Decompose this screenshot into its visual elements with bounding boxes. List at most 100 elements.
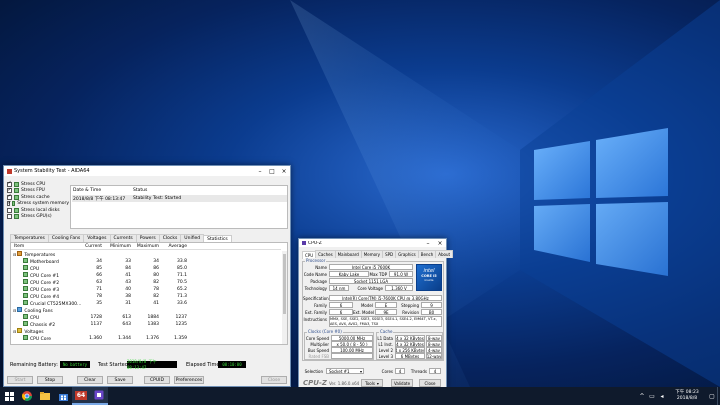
stop-button[interactable]: Stop: [37, 376, 63, 384]
sensor-icon: [23, 265, 28, 270]
log-col-datetime: Date & Time: [73, 188, 102, 193]
cache-group: Cache L1 Data 4 x 32 KBytes 8-way L1 Ins…: [376, 329, 443, 360]
collapse-icon[interactable]: ⊟: [13, 308, 16, 313]
ext-model-field: 9E: [375, 309, 397, 315]
table-scrollbar[interactable]: [282, 251, 287, 344]
tab-mainboard[interactable]: Mainboard: [334, 250, 362, 258]
tab-bench[interactable]: Bench: [417, 250, 437, 258]
tab-unified[interactable]: Unified: [180, 234, 205, 242]
tab-spd[interactable]: SPD: [382, 250, 397, 258]
store-icon[interactable]: [54, 387, 72, 405]
log-row[interactable]: 2018/8/8 下午 08:13:47 Stability Test: Sta…: [72, 195, 287, 202]
chrome-icon[interactable]: [18, 387, 36, 405]
tab-cooling-fans[interactable]: Cooling Fans: [47, 234, 85, 242]
windows-start-icon[interactable]: [0, 387, 18, 405]
tab-memory[interactable]: Memory: [360, 250, 384, 258]
table-row[interactable]: CPU Core #1 66 41 80 71.1: [11, 272, 281, 279]
tools-button[interactable]: Tools ▾: [361, 379, 383, 387]
family-label: Family: [314, 303, 327, 308]
minimize-button[interactable]: –: [422, 239, 434, 247]
file-explorer-icon[interactable]: [36, 387, 54, 405]
aida64-icon[interactable]: 64: [72, 387, 90, 405]
collapse-icon[interactable]: ⊟: [13, 252, 16, 257]
test-started-label: Test Started:: [98, 362, 130, 368]
table-row[interactable]: CPU Core 1.360 1.344 1.376 1.359: [11, 335, 281, 342]
close-button[interactable]: Close: [419, 379, 441, 387]
rated-fsb-label: Rated FSB: [308, 354, 330, 359]
col-item[interactable]: Item: [14, 244, 24, 249]
tab-powers[interactable]: Powers: [135, 234, 160, 242]
table-row[interactable]: Chassis #2 1137 643 1383 1235: [11, 321, 281, 328]
voltage-icon: [17, 328, 23, 333]
selection-value: Socket #1: [329, 368, 350, 374]
close-window-button[interactable]: ×: [434, 239, 446, 247]
specification-field: Intel(R) Core(TM) i5-7600K CPU @ 3.80GHz: [329, 295, 442, 301]
checkbox[interactable]: [7, 207, 12, 213]
col-maximum[interactable]: Maximum: [133, 244, 159, 249]
cpu-icon: [14, 181, 19, 187]
option-label: Stress CPU: [21, 181, 46, 187]
model-label: Model: [360, 303, 373, 308]
maximize-button[interactable]: □: [266, 166, 278, 176]
col-average[interactable]: Average: [161, 244, 187, 249]
ext-model-label: Ext. Model: [353, 310, 375, 315]
selection-dropdown[interactable]: Socket #1 ▾: [326, 368, 364, 374]
table-row[interactable]: CPU Core #2 63 43 82 70.5: [11, 279, 281, 286]
tab-clocks[interactable]: Clocks: [158, 234, 182, 242]
network-icon[interactable]: ▭: [647, 387, 657, 405]
checkbox[interactable]: [7, 200, 12, 207]
table-row[interactable]: CPU 1728 613 1884 1237: [11, 314, 281, 321]
table-group-row[interactable]: ⊟ Cooling Fans: [11, 307, 281, 314]
system-clock[interactable]: 下午 08:23 2018/8/8: [667, 390, 707, 402]
tab-graphics[interactable]: Graphics: [395, 250, 419, 258]
table-row[interactable]: Motherboard 34 33 34 33.8: [11, 258, 281, 265]
package-label: Package: [310, 279, 327, 284]
aida64-titlebar[interactable]: System Stability Test - AIDA64 – □ ×: [4, 166, 290, 176]
average-value: 1237: [175, 315, 187, 320]
tab-about[interactable]: About: [435, 250, 454, 258]
average-value: 70.5: [176, 280, 187, 285]
table-group-row[interactable]: ⊟ Voltages: [11, 328, 281, 335]
tab-voltages[interactable]: Voltages: [83, 234, 111, 242]
table-row[interactable]: CPU Core #4 78 38 82 71.3: [11, 293, 281, 300]
log-datetime: 2018/8/8 下午 08:13:47: [73, 196, 126, 202]
minimize-button[interactable]: –: [254, 166, 266, 176]
tab-temperatures[interactable]: Temperatures: [10, 234, 49, 242]
group-label: ⊟ Voltages: [13, 328, 44, 335]
item-label: Chassis #2: [23, 321, 55, 328]
tab-caches[interactable]: Caches: [315, 250, 336, 258]
checkbox[interactable]: [7, 214, 12, 220]
cpu-z-icon[interactable]: [90, 387, 108, 405]
stress-option-gpu[interactable]: Stress GPU(s): [7, 214, 69, 221]
close-window-button[interactable]: ×: [278, 166, 290, 176]
table-row[interactable]: Crucial CT525MX300... 35 31 41 33.6: [11, 300, 281, 307]
col-current[interactable]: Current: [77, 244, 102, 249]
close-button[interactable]: Close: [261, 376, 287, 384]
technology-field: 14 nm: [329, 285, 349, 291]
validate-button[interactable]: Validate: [391, 379, 413, 387]
table-row[interactable]: CPU 85 84 86 85.0: [11, 265, 281, 272]
cores-label: Cores: [381, 369, 393, 374]
table-row[interactable]: CPU Core #3 71 40 78 65.2: [11, 286, 281, 293]
current-value: 35: [96, 301, 102, 306]
notifications-icon[interactable]: ▢: [707, 387, 717, 405]
col-minimum[interactable]: Minimum: [105, 244, 131, 249]
tab-currents[interactable]: Currents: [109, 234, 137, 242]
scrollbar-thumb[interactable]: [283, 254, 286, 314]
specification-label: Specification: [303, 296, 329, 301]
cpu-z-titlebar[interactable]: CPU-Z – ×: [299, 239, 446, 247]
save-button[interactable]: Save: [107, 376, 133, 384]
clear-button[interactable]: Clear: [77, 376, 103, 384]
cpuid-button[interactable]: CPUID: [144, 376, 170, 384]
average-value: 71.3: [176, 294, 187, 299]
chevron-up-icon[interactable]: ^: [637, 387, 647, 405]
volume-icon[interactable]: ◂: [657, 387, 667, 405]
sensor-icon: [23, 272, 28, 277]
current-value: 78: [96, 294, 102, 299]
codename-label: Code Name: [303, 272, 327, 277]
table-group-row[interactable]: ⊟ Temperatures: [11, 251, 281, 258]
aida64-badge: 64: [75, 390, 87, 400]
collapse-icon[interactable]: ⊟: [13, 329, 16, 334]
start-button[interactable]: Start: [7, 376, 33, 384]
preferences-button[interactable]: Preferences: [174, 376, 204, 384]
